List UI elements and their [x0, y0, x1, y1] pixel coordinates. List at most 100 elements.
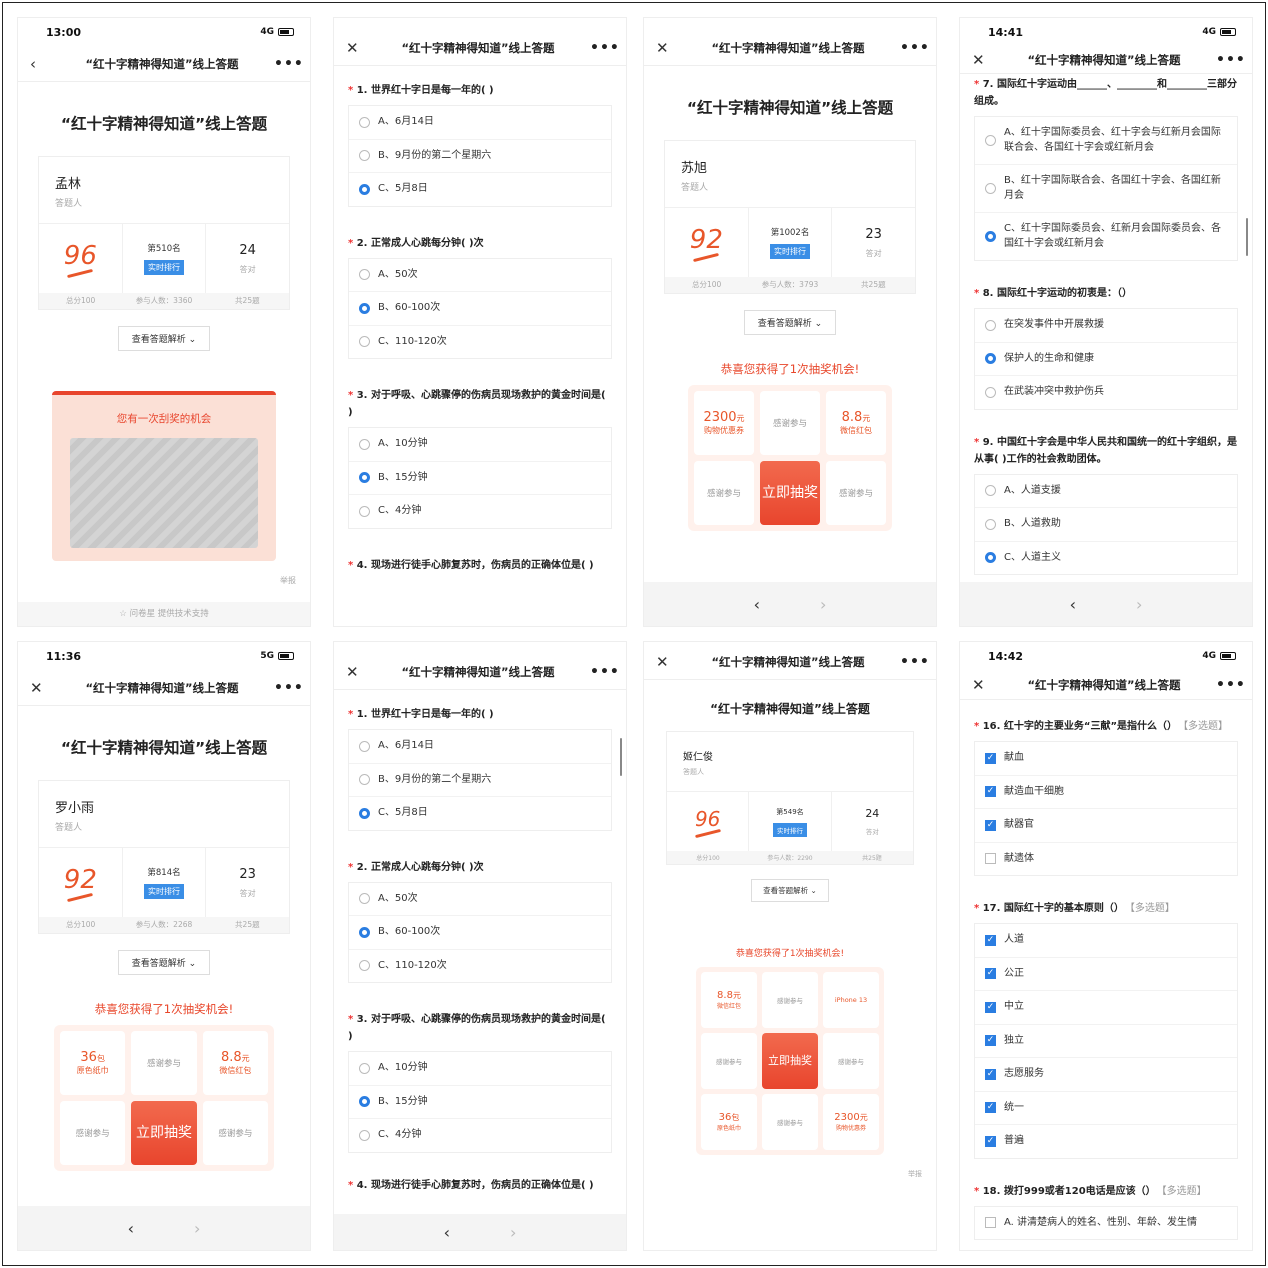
report-link[interactable]: 举报 — [18, 561, 310, 586]
realtime-rank-button[interactable]: 实时排行 — [144, 260, 184, 275]
score-cell: 96 — [667, 792, 750, 851]
option-b[interactable]: B、60-100次 — [349, 916, 611, 950]
report-link[interactable]: 举报 — [644, 1155, 936, 1179]
option-a[interactable]: A、10分钟 — [349, 428, 611, 462]
scrollbar[interactable] — [620, 738, 622, 776]
scratch-area[interactable] — [70, 438, 258, 548]
option-c[interactable]: C、4分钟 — [349, 1119, 611, 1152]
option-c[interactable]: C、红十字国际委员会、红新月会国际委员会、各国红十字会或红新月会 — [975, 213, 1237, 260]
option-c[interactable]: C、110-120次 — [349, 326, 611, 359]
option-b[interactable]: B、60-100次 — [349, 292, 611, 326]
option-a[interactable]: A、红十字国际委员会、红十字会与红新月会国际联合会、各国红十字会或红新月会 — [975, 117, 1237, 165]
draw-button[interactable]: 立即抽奖 — [131, 1101, 197, 1165]
checkbox-option[interactable]: 献遗体 — [975, 843, 1237, 876]
checkbox-option[interactable]: ✓ 公正 — [975, 958, 1237, 991]
forward-icon[interactable]: › — [1136, 595, 1142, 614]
option-b[interactable]: B、15分钟 — [349, 1086, 611, 1119]
more-icon[interactable]: ••• — [900, 40, 929, 56]
more-icon[interactable]: ••• — [274, 680, 303, 696]
total-score-label: 总分100 — [66, 920, 96, 929]
role-label: 答题人 — [683, 768, 704, 776]
view-analysis-button[interactable]: 查看答题解析 ⌄ — [744, 310, 836, 335]
close-icon[interactable]: ✕ — [656, 39, 676, 57]
option-b[interactable]: B、9月份的第二个星期六 — [349, 764, 611, 797]
user-name: 孟林 — [55, 177, 82, 192]
back-icon[interactable]: ‹ — [30, 55, 50, 73]
scratch-title: 您有一次刮奖的机会 — [116, 413, 212, 425]
correct-label: 答对 — [865, 828, 879, 836]
more-icon[interactable]: ••• — [1216, 52, 1245, 68]
score-value: 96 — [63, 240, 97, 271]
close-icon[interactable]: ✕ — [972, 51, 992, 69]
checkbox-option[interactable]: ✓ 志愿服务 — [975, 1058, 1237, 1092]
option-c[interactable]: C、4分钟 — [349, 495, 611, 528]
option-a[interactable]: A、50次 — [349, 883, 611, 916]
role-label: 答题人 — [55, 823, 83, 833]
browser-nav: ‹ › — [644, 582, 936, 626]
option-c[interactable]: C、110-120次 — [349, 950, 611, 983]
radio-icon — [985, 135, 996, 146]
more-icon[interactable]: ••• — [900, 654, 929, 670]
back-icon[interactable]: ‹ — [444, 1223, 450, 1242]
option-b[interactable]: B、人道救助 — [975, 508, 1237, 542]
option-a[interactable]: A、10分钟 — [349, 1052, 611, 1086]
close-icon[interactable]: ✕ — [346, 39, 366, 57]
close-icon[interactable]: ✕ — [656, 653, 676, 671]
realtime-rank-button[interactable]: 实时排行 — [144, 884, 184, 899]
checkbox-option[interactable]: ✓ 普遍 — [975, 1125, 1237, 1158]
option-b[interactable]: B、15分钟 — [349, 462, 611, 495]
nav-title: “红十字精神得知道”线上答题 — [711, 40, 865, 55]
view-analysis-button[interactable]: 查看答题解析 ⌄ — [118, 950, 210, 975]
correct-label: 答对 — [239, 888, 256, 898]
more-icon[interactable]: ••• — [274, 56, 303, 72]
checkbox-option[interactable]: ✓ 献造血干细胞 — [975, 776, 1237, 809]
close-icon[interactable]: ✕ — [346, 663, 366, 681]
nav-title: “红十字精神得知道”线上答题 — [85, 56, 239, 71]
option-a[interactable]: A、人道支援 — [975, 475, 1237, 508]
score-value: 96 — [694, 806, 721, 831]
checkbox-option[interactable]: ✓ 人道 — [975, 924, 1237, 958]
radio-icon — [359, 740, 370, 752]
more-icon[interactable]: ••• — [590, 40, 619, 56]
browser-nav: ‹ › — [334, 1214, 626, 1250]
view-analysis-button[interactable]: 查看答题解析 ⌄ — [751, 879, 829, 902]
realtime-rank-button[interactable]: 实时排行 — [770, 244, 810, 259]
option-1[interactable]: 在突发事件中开展救援 — [975, 309, 1237, 343]
checkbox-option[interactable]: ✓ 统一 — [975, 1092, 1237, 1125]
option-2[interactable]: 保护人的生命和健康 — [975, 343, 1237, 376]
question-2-options: A、50次 B、60-100次 C、110-120次 — [348, 881, 612, 983]
checkbox-option[interactable]: A. 讲清楚病人的姓名、性别、年龄、发生情 — [975, 1207, 1237, 1240]
option-b[interactable]: B、9月份的第二个星期六 — [349, 140, 611, 173]
option-c[interactable]: C、5月8日 — [349, 797, 611, 830]
nav-title: “红十字精神得知道”线上答题 — [401, 40, 555, 55]
close-icon[interactable]: ✕ — [30, 679, 50, 697]
checkbox-checked-icon: ✓ — [985, 1068, 996, 1080]
draw-button[interactable]: 立即抽奖 — [760, 461, 820, 525]
option-3[interactable]: 在武装冲突中救护伤兵 — [975, 376, 1237, 409]
option-a[interactable]: A、6月14日 — [349, 106, 611, 140]
close-icon[interactable]: ✕ — [972, 676, 992, 694]
option-c[interactable]: C、人道主义 — [975, 542, 1237, 575]
support-footer: ☆ 问卷星 提供技术支持 — [18, 602, 310, 626]
checkbox-option[interactable]: ✓ 中立 — [975, 991, 1237, 1025]
draw-button[interactable]: 立即抽奖 — [762, 1033, 818, 1089]
view-analysis-button[interactable]: 查看答题解析 ⌄ — [118, 326, 210, 351]
back-icon[interactable]: ‹ — [128, 1219, 134, 1238]
more-icon[interactable]: ••• — [590, 664, 619, 680]
checkbox-icon — [985, 1217, 996, 1229]
forward-icon[interactable]: › — [194, 1219, 200, 1238]
forward-icon[interactable]: › — [510, 1223, 516, 1242]
option-b[interactable]: B、红十字国际联合会、各国红十字会、各国红新月会 — [975, 165, 1237, 213]
scrollbar[interactable] — [1246, 218, 1248, 256]
back-icon[interactable]: ‹ — [1070, 595, 1076, 614]
more-icon[interactable]: ••• — [1216, 677, 1245, 693]
option-c[interactable]: C、5月8日 — [349, 173, 611, 206]
realtime-rank-button[interactable]: 实时排行 — [772, 822, 807, 837]
option-a[interactable]: A、50次 — [349, 259, 611, 292]
checkbox-option[interactable]: ✓ 献器官 — [975, 809, 1237, 843]
checkbox-option[interactable]: ✓ 独立 — [975, 1025, 1237, 1058]
checkbox-option[interactable]: ✓ 献血 — [975, 742, 1237, 776]
option-a[interactable]: A、6月14日 — [349, 730, 611, 764]
forward-icon[interactable]: › — [820, 595, 826, 614]
back-icon[interactable]: ‹ — [754, 595, 760, 614]
